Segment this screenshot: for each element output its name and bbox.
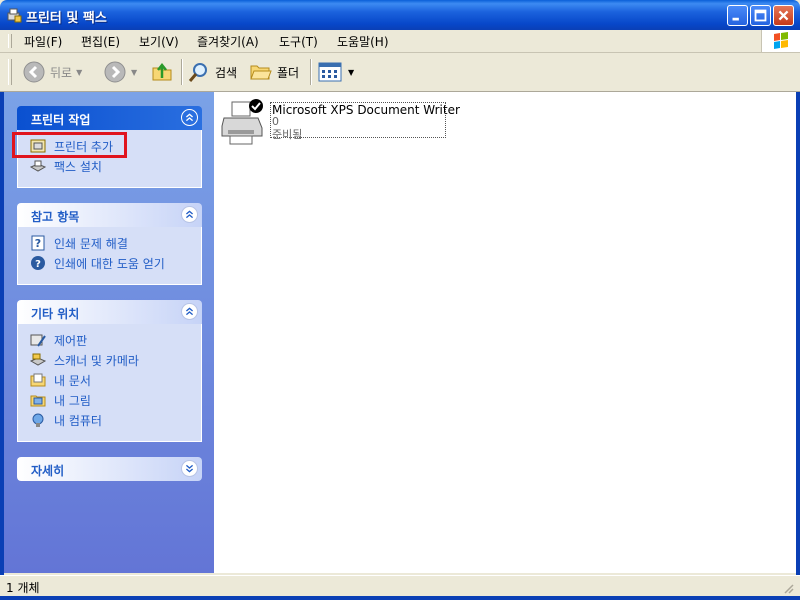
control-panel-icon (30, 334, 46, 347)
task-pane: 프린터 작업 프린터 추가 팩스 설치 참고 항목 ? 인쇄 문제 해결 ? 인… (4, 92, 214, 573)
menu-view[interactable]: 보기(V) (139, 33, 179, 50)
back-dropdown-icon[interactable]: ▼ (76, 68, 82, 77)
details-header[interactable]: 자세히 (17, 457, 202, 481)
print-help-label: 인쇄에 대한 도움 얻기 (54, 256, 165, 271)
add-printer-task[interactable]: 프린터 추가 (12, 132, 201, 158)
expand-chevron-down-icon[interactable] (181, 460, 198, 477)
print-help-task[interactable]: ? 인쇄에 대한 도움 얻기 (18, 253, 201, 273)
toolbar-grip[interactable] (8, 59, 12, 85)
svg-text:?: ? (35, 259, 41, 270)
title-bar[interactable]: 프린터 및 팩스 (0, 0, 800, 30)
close-icon (778, 10, 789, 21)
see-also-header[interactable]: 참고 항목 (17, 203, 202, 227)
status-object-count: 1 개체 (6, 581, 40, 595)
fax-icon (30, 160, 46, 172)
window-frame-right (796, 30, 800, 596)
back-button[interactable]: 뒤로 ▼ (22, 58, 82, 86)
maximize-icon (754, 9, 767, 22)
other-places-body: 제어판 스캐너 및 카메라 내 문서 내 그림 내 컴퓨터 (17, 324, 202, 442)
menu-file[interactable]: 파일(F) (24, 33, 62, 50)
collapse-chevron-up-icon[interactable] (181, 109, 198, 126)
my-pictures-icon (30, 395, 46, 407)
menu-help[interactable]: 도움말(H) (337, 33, 389, 50)
printer-icon (221, 99, 263, 145)
menu-edit[interactable]: 편집(E) (81, 33, 120, 50)
scanner-camera-icon (30, 353, 46, 366)
setup-fax-label: 팩스 설치 (54, 159, 102, 174)
help-circle-icon: ? (31, 256, 45, 270)
control-panel-link[interactable]: 제어판 (18, 330, 201, 350)
scanners-cameras-label: 스캐너 및 카메라 (54, 353, 139, 368)
toolbar-separator-2 (310, 59, 312, 85)
printer-name: Microsoft XPS Document Writer (272, 103, 460, 117)
printers-folder-icon (7, 8, 22, 23)
window-title: 프린터 및 팩스 (26, 11, 107, 26)
folders-label: 폴더 (277, 65, 300, 80)
folders-button[interactable]: 폴더 (249, 58, 299, 86)
scanners-cameras-link[interactable]: 스캐너 및 카메라 (18, 350, 201, 370)
status-bar: 1 개체 (0, 575, 800, 597)
forward-dropdown-icon[interactable]: ▼ (131, 68, 137, 77)
collapse-chevron-up-icon[interactable] (181, 206, 198, 223)
printer-tasks-title: 프린터 작업 (31, 113, 91, 127)
collapse-chevron-up-icon[interactable] (181, 303, 198, 320)
help-book-icon: ? (31, 235, 45, 251)
menu-favorites[interactable]: 즐겨찾기(A) (197, 33, 259, 50)
other-places-panel: 기타 위치 제어판 스캐너 및 카메라 내 문서 내 그림 내 컴퓨터 (17, 300, 202, 442)
windows-logo (761, 30, 800, 52)
up-folder-icon (152, 62, 172, 81)
printer-tasks-body: 프린터 추가 팩스 설치 (12, 130, 202, 188)
my-documents-icon (30, 373, 46, 387)
printer-tasks-header[interactable]: 프린터 작업 (17, 106, 202, 130)
my-computer-link[interactable]: 내 컴퓨터 (18, 410, 201, 430)
see-also-title: 참고 항목 (31, 210, 80, 224)
svg-text:?: ? (35, 237, 41, 250)
my-computer-icon (32, 413, 44, 427)
setup-fax-task[interactable]: 팩스 설치 (18, 156, 201, 176)
my-documents-link[interactable]: 내 문서 (18, 370, 201, 390)
standard-toolbar: 뒤로 ▼ ▼ 검색 폴더 ▼ (0, 53, 800, 92)
views-dropdown-icon[interactable]: ▼ (348, 68, 354, 77)
my-computer-label: 내 컴퓨터 (54, 413, 102, 428)
back-arrow-icon (23, 61, 45, 83)
other-places-header[interactable]: 기타 위치 (17, 300, 202, 324)
minimize-icon (732, 17, 739, 21)
minimize-button[interactable] (727, 5, 748, 26)
printer-status: 준비됨 (272, 128, 303, 141)
search-label: 검색 (215, 65, 238, 80)
maximize-button[interactable] (750, 5, 771, 26)
toolbar-separator (181, 59, 183, 85)
menu-grip[interactable] (8, 34, 12, 48)
control-panel-label: 제어판 (54, 333, 88, 348)
printer-tasks-panel: 프린터 작업 프린터 추가 팩스 설치 (12, 106, 202, 188)
windows-flag-icon (774, 32, 788, 49)
highlight-box (12, 132, 127, 158)
see-also-panel: 참고 항목 ? 인쇄 문제 해결 ? 인쇄에 대한 도움 얻기 (17, 203, 202, 285)
file-list-view[interactable]: Microsoft XPS Document Writer 0 준비됨 (214, 92, 796, 573)
search-icon (188, 63, 207, 82)
details-panel: 자세히 (17, 457, 202, 481)
views-icon (318, 62, 342, 82)
folders-icon (250, 65, 272, 80)
forward-arrow-icon (104, 61, 126, 83)
print-troubleshoot-label: 인쇄 문제 해결 (54, 236, 128, 251)
printer-label-box[interactable]: Microsoft XPS Document Writer 0 준비됨 (270, 102, 460, 141)
forward-button[interactable]: ▼ (103, 58, 137, 86)
search-button[interactable]: 검색 (187, 58, 237, 86)
menu-bar: 파일(F) 편집(E) 보기(V) 즐겨찾기(A) 도구(T) 도움말(H) (0, 30, 800, 53)
window-frame-bottom (0, 596, 800, 600)
views-button[interactable]: ▼ (318, 58, 354, 86)
my-pictures-link[interactable]: 내 그림 (18, 390, 201, 410)
resize-grip-icon[interactable] (782, 582, 794, 594)
back-label: 뒤로 (50, 65, 73, 80)
details-title: 자세히 (31, 464, 65, 478)
menu-tools[interactable]: 도구(T) (279, 33, 318, 50)
my-pictures-label: 내 그림 (54, 393, 91, 408)
other-places-title: 기타 위치 (31, 307, 80, 321)
print-troubleshoot-task[interactable]: ? 인쇄 문제 해결 (18, 233, 201, 253)
my-documents-label: 내 문서 (54, 373, 91, 388)
see-also-body: ? 인쇄 문제 해결 ? 인쇄에 대한 도움 얻기 (17, 227, 202, 285)
up-folder-button[interactable] (150, 58, 174, 86)
close-button[interactable] (773, 5, 794, 26)
